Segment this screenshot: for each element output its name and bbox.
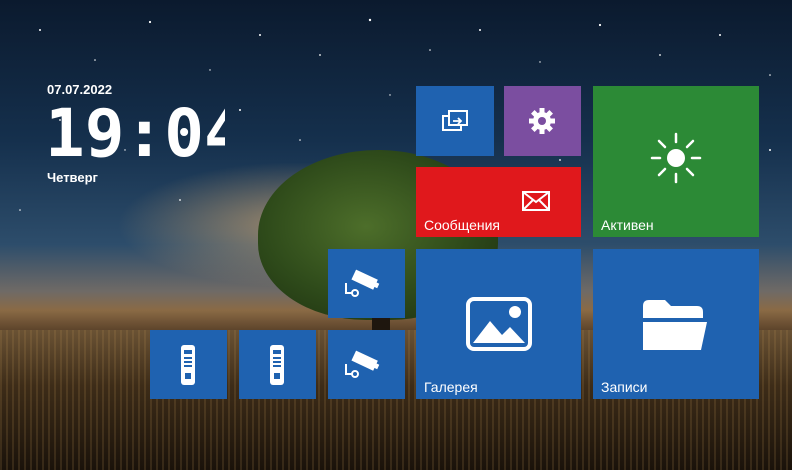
records-label: Записи <box>601 379 648 395</box>
settings-tile[interactable] <box>504 86 581 156</box>
gallery-label: Галерея <box>424 379 478 395</box>
camera-icon <box>345 350 380 378</box>
weekday-label: Четверг <box>47 170 98 185</box>
camera-tile-2[interactable] <box>328 330 405 399</box>
door-panel-icon <box>270 345 284 385</box>
active-tile[interactable]: Активен <box>593 86 759 237</box>
screen-switch-tile[interactable] <box>416 86 494 156</box>
active-label: Активен <box>601 217 654 233</box>
gear-icon <box>529 108 555 134</box>
screen-switch-icon <box>442 110 468 131</box>
records-tile[interactable]: Записи <box>593 249 759 399</box>
camera-icon <box>345 269 380 297</box>
door-panel-tile-2[interactable] <box>239 330 316 399</box>
gallery-tile[interactable]: Галерея <box>416 249 581 399</box>
door-panel-tile-1[interactable] <box>150 330 227 399</box>
messages-label: Сообщения <box>424 217 500 233</box>
messages-tile[interactable]: Сообщения <box>416 167 581 237</box>
folder-icon <box>643 300 707 350</box>
envelope-icon <box>522 191 550 211</box>
time-display: 19:04 <box>45 95 244 172</box>
sun-icon <box>650 132 702 184</box>
time-text: 19:04 <box>45 96 225 166</box>
camera-tile-1[interactable] <box>328 249 405 318</box>
home-screen: 07.07.2022 19:04 Четверг Сообщения Актив… <box>0 0 792 470</box>
date-label: 07.07.2022 <box>47 82 113 97</box>
image-icon <box>466 297 532 351</box>
door-panel-icon <box>181 345 195 385</box>
